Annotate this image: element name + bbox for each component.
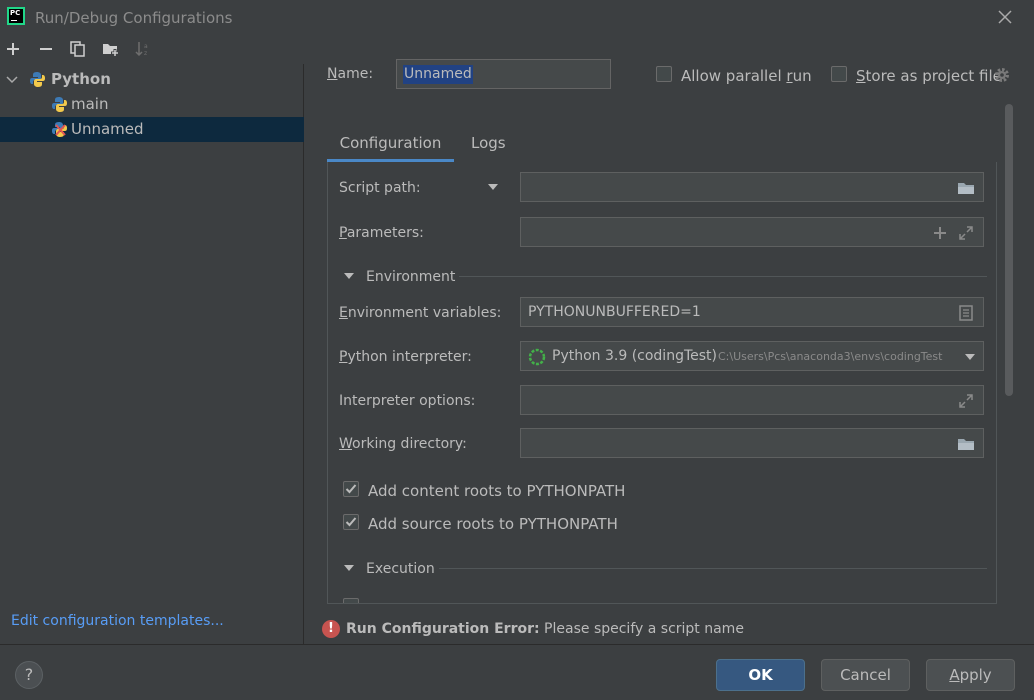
document-icon[interactable] bbox=[957, 304, 975, 322]
configuration-tree: Python main Unnamed Edit configuration t… bbox=[0, 64, 304, 644]
add-content-roots-label[interactable]: Add content roots to PYTHONPATH bbox=[368, 482, 625, 500]
new-folder-icon[interactable] bbox=[102, 40, 120, 58]
help-button[interactable]: ? bbox=[15, 661, 43, 689]
python-icon bbox=[52, 97, 67, 112]
conda-icon bbox=[528, 348, 546, 366]
script-path-dropdown-icon[interactable] bbox=[487, 183, 499, 191]
parameters-input[interactable] bbox=[520, 217, 984, 247]
name-label: Name: bbox=[327, 66, 374, 82]
chevron-down-icon[interactable] bbox=[6, 75, 18, 85]
close-icon[interactable] bbox=[996, 8, 1014, 26]
interpreter-path: C:\Users\Pcs\anaconda3\envs\codingTest bbox=[718, 350, 943, 363]
chevron-down-icon[interactable] bbox=[964, 353, 976, 361]
add-source-roots-checkbox[interactable] bbox=[343, 514, 359, 530]
tree-item-label: main bbox=[71, 95, 109, 113]
environment-collapse-icon[interactable] bbox=[343, 272, 355, 280]
section-divider bbox=[439, 568, 987, 569]
tree-item-unnamed[interactable]: Unnamed bbox=[0, 117, 304, 142]
remove-icon[interactable] bbox=[37, 40, 55, 58]
script-path-input[interactable] bbox=[520, 172, 984, 202]
add-icon[interactable] bbox=[4, 40, 22, 58]
python-interpreter-label: Python interpreter: bbox=[339, 349, 472, 365]
window-title: Run/Debug Configurations bbox=[35, 9, 233, 27]
cancel-button[interactable]: Cancel bbox=[821, 659, 910, 691]
python-interpreter-select[interactable]: Python 3.9 (codingTest) C:\Users\Pcs\ana… bbox=[520, 341, 984, 371]
tree-toolbar: a z bbox=[0, 36, 304, 64]
interpreter-options-label: Interpreter options: bbox=[339, 393, 476, 409]
title-bar: PC Run/Debug Configurations bbox=[0, 0, 1034, 36]
tree-group-python[interactable]: Python bbox=[0, 67, 304, 92]
expand-icon[interactable] bbox=[957, 392, 975, 410]
tree-group-label: Python bbox=[51, 70, 111, 88]
execution-collapse-icon[interactable] bbox=[343, 564, 355, 572]
dialog-footer: ? OK Cancel Apply bbox=[0, 644, 1034, 700]
name-input-value[interactable]: Unnamed bbox=[403, 65, 473, 84]
section-divider bbox=[459, 276, 987, 277]
tab-bar: Configuration Logs bbox=[327, 128, 997, 162]
folder-icon[interactable] bbox=[957, 179, 975, 197]
environment-variables-label: Environment variables: bbox=[339, 305, 502, 321]
parameters-label: Parameters: bbox=[339, 225, 424, 241]
checkmark-icon bbox=[345, 517, 357, 527]
allow-parallel-run-label[interactable]: Allow parallel run bbox=[681, 67, 812, 85]
tab-configuration[interactable]: Configuration bbox=[327, 128, 454, 162]
ok-button[interactable]: OK bbox=[716, 659, 805, 691]
interpreter-name: Python 3.9 (codingTest) bbox=[552, 348, 717, 364]
pycharm-logo-icon: PC bbox=[7, 7, 25, 25]
environment-variables-input[interactable]: PYTHONUNBUFFERED=1 bbox=[520, 297, 984, 327]
app-icon-text: PC bbox=[10, 9, 21, 17]
gear-icon[interactable] bbox=[993, 66, 1011, 84]
python-error-icon bbox=[52, 122, 67, 137]
interpreter-options-input[interactable] bbox=[520, 385, 984, 415]
tree-item-main[interactable]: main bbox=[0, 92, 304, 117]
tab-logs[interactable]: Logs bbox=[471, 128, 506, 162]
expand-icon[interactable] bbox=[957, 224, 975, 242]
error-icon: ! bbox=[322, 620, 340, 638]
configuration-editor: Name: Unnamed Allow parallel run Store a… bbox=[305, 36, 1034, 644]
svg-text:z: z bbox=[144, 50, 147, 57]
error-message: ! Run Configuration Error: Please specif… bbox=[322, 619, 822, 643]
configuration-panel: Script path: Parameters: Environment Env… bbox=[327, 162, 997, 604]
add-source-roots-label[interactable]: Add source roots to PYTHONPATH bbox=[368, 515, 618, 533]
partial-checkbox[interactable] bbox=[343, 598, 359, 603]
apply-button[interactable]: Apply bbox=[926, 659, 1015, 691]
folder-icon[interactable] bbox=[957, 435, 975, 453]
checkmark-icon bbox=[345, 484, 357, 494]
working-directory-label: Working directory: bbox=[339, 436, 467, 452]
svg-text:a: a bbox=[144, 43, 148, 50]
sort-icon[interactable]: a z bbox=[134, 40, 152, 58]
name-input[interactable]: Unnamed bbox=[396, 59, 611, 89]
environment-section-title: Environment bbox=[366, 269, 456, 285]
copy-icon[interactable] bbox=[69, 40, 87, 58]
store-as-project-file-checkbox[interactable] bbox=[831, 66, 847, 82]
tree-item-label: Unnamed bbox=[71, 120, 144, 138]
add-content-roots-checkbox[interactable] bbox=[343, 481, 359, 497]
execution-section-title: Execution bbox=[366, 561, 435, 577]
store-as-project-file-label[interactable]: Store as project file bbox=[856, 67, 1002, 85]
add-icon[interactable] bbox=[931, 224, 949, 242]
script-path-label: Script path: bbox=[339, 180, 421, 196]
python-icon bbox=[30, 72, 45, 87]
working-directory-input[interactable] bbox=[520, 428, 984, 458]
allow-parallel-run-checkbox[interactable] bbox=[656, 66, 672, 82]
error-text: Run Configuration Error: Please specify … bbox=[346, 621, 744, 637]
edit-configuration-templates-link[interactable]: Edit configuration templates... bbox=[11, 613, 224, 629]
vertical-scrollbar[interactable] bbox=[1005, 104, 1013, 396]
